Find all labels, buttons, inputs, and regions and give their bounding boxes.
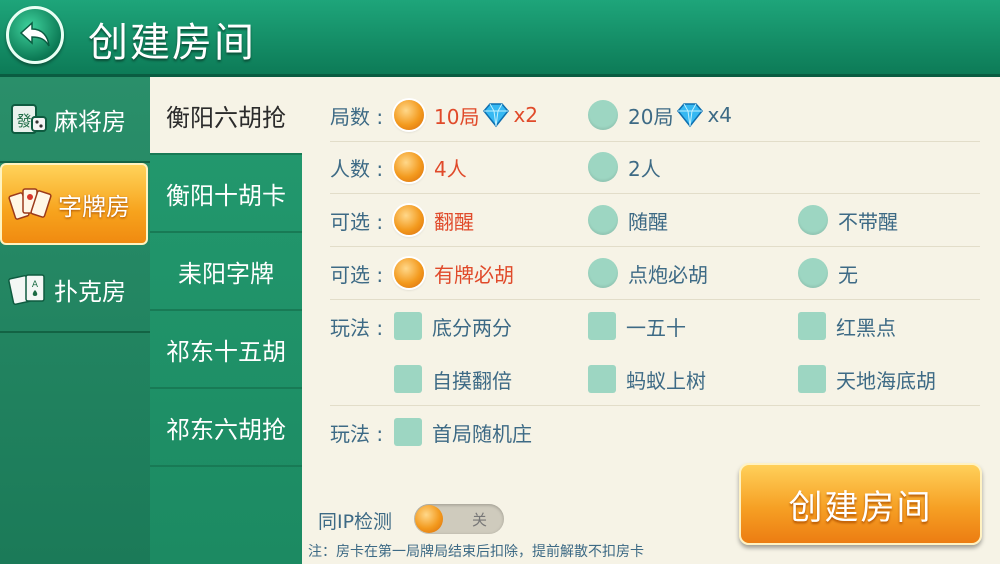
- hu-row: 可选 : 有牌必胡 点炮必胡 无: [330, 247, 980, 300]
- room-card-note: 注：房卡在第一局牌局结束后扣除，提前解散不扣房卡: [308, 544, 644, 560]
- hu-option-dianpao[interactable]: 点炮必胡: [588, 257, 708, 289]
- sidebar-item-label: 麻将房: [54, 107, 126, 136]
- create-room-button[interactable]: 创建房间: [739, 463, 982, 545]
- checkbox[interactable]: [798, 312, 826, 340]
- rounds-row: 局数 : 10局 x2 20局 x4: [330, 89, 980, 142]
- option-text: 蚂蚁上树: [626, 368, 706, 393]
- option-text: 10局: [434, 104, 480, 129]
- wake-option-fan[interactable]: 翻醒: [394, 204, 474, 236]
- radio-selected[interactable]: [394, 258, 424, 288]
- play-option[interactable]: 自摸翻倍: [394, 363, 512, 395]
- poker-cards-icon: A: [8, 274, 45, 305]
- game-item[interactable]: 祁东十五胡: [150, 311, 302, 389]
- game-item[interactable]: 祁东六胡抢: [150, 389, 302, 467]
- option-text: 无: [838, 262, 858, 287]
- rounds-label: 局数 :: [330, 105, 384, 129]
- sidebar-item-label: 字牌房: [58, 192, 130, 221]
- cost-multiplier: x4: [707, 103, 733, 127]
- game-list: 衡阳六胡抢 衡阳十胡卡 耒阳字牌 祁东十五胡 祁东六胡抢: [150, 77, 302, 564]
- option-text: 2人: [628, 156, 661, 181]
- back-arrow-icon: [19, 21, 50, 47]
- players-option-2[interactable]: 2人: [588, 151, 661, 183]
- play-option[interactable]: 底分两分: [394, 310, 512, 342]
- option-text: 有牌必胡: [434, 262, 514, 287]
- header-bar: 创建房间: [0, 0, 1000, 77]
- sidebar-item-mahjong[interactable]: 發 麻将房: [0, 77, 150, 163]
- checkbox[interactable]: [588, 365, 616, 393]
- checkbox[interactable]: [394, 418, 422, 446]
- play-label: 玩法 :: [330, 422, 384, 446]
- play-option[interactable]: 蚂蚁上树: [588, 363, 706, 395]
- hu-option-none[interactable]: 无: [798, 257, 858, 289]
- word-cards-icon: [8, 188, 52, 220]
- option-text: 点炮必胡: [628, 262, 708, 287]
- rounds-option-20[interactable]: 20局 x4: [588, 99, 732, 131]
- wake-option-none[interactable]: 不带醒: [798, 204, 898, 236]
- option-text: 底分两分: [432, 315, 512, 340]
- checkbox[interactable]: [394, 365, 422, 393]
- players-label: 人数 :: [330, 157, 384, 181]
- svg-text:A: A: [32, 280, 39, 290]
- option-text: 20局: [628, 104, 674, 129]
- page-title: 创建房间: [88, 20, 256, 66]
- play-label: 玩法 :: [330, 316, 384, 340]
- wake-option-sui[interactable]: 随醒: [588, 204, 668, 236]
- play-rules-row-2: 自摸翻倍 蚂蚁上树 天地海底胡: [330, 353, 980, 406]
- checkbox[interactable]: [798, 365, 826, 393]
- play-rules-row: 玩法 : 底分两分 一五十 红黑点: [330, 300, 980, 352]
- back-button[interactable]: [6, 6, 64, 64]
- option-text: 首局随机庄: [432, 421, 532, 446]
- mahjong-tile-icon: 發: [11, 104, 47, 134]
- checkbox[interactable]: [588, 312, 616, 340]
- option-text: 翻醒: [434, 209, 474, 234]
- option-text: 随醒: [628, 209, 668, 234]
- sidebar-item-poker[interactable]: A 扑克房: [0, 247, 150, 333]
- diamond-icon: [677, 103, 704, 128]
- players-row: 人数 : 4人 2人: [330, 141, 980, 194]
- play-option[interactable]: 红黑点: [798, 310, 896, 342]
- option-text: 一五十: [626, 315, 686, 340]
- checkbox[interactable]: [394, 312, 422, 340]
- option-text: 天地海底胡: [836, 368, 936, 393]
- same-ip-check-label: 同IP检测: [318, 511, 393, 533]
- option-text: 不带醒: [838, 209, 898, 234]
- room-type-sidebar: 發 麻将房 字牌房 A 扑克房: [0, 77, 150, 564]
- diamond-icon: [483, 103, 510, 128]
- radio-selected[interactable]: [394, 100, 424, 130]
- hu-option-must[interactable]: 有牌必胡: [394, 257, 514, 289]
- radio-unselected[interactable]: [798, 258, 828, 288]
- radio-unselected[interactable]: [798, 205, 828, 235]
- radio-unselected[interactable]: [588, 100, 618, 130]
- toggle-state-text: 关: [472, 511, 488, 529]
- players-option-4[interactable]: 4人: [394, 151, 467, 183]
- play-option[interactable]: 一五十: [588, 310, 686, 342]
- radio-selected[interactable]: [394, 205, 424, 235]
- radio-selected[interactable]: [394, 152, 424, 182]
- hu-label: 可选 :: [330, 263, 384, 287]
- option-text: 红黑点: [836, 315, 896, 340]
- play-option[interactable]: 天地海底胡: [798, 363, 936, 395]
- radio-unselected[interactable]: [588, 258, 618, 288]
- game-item[interactable]: 衡阳六胡抢: [150, 77, 302, 155]
- game-item[interactable]: 衡阳十胡卡: [150, 155, 302, 233]
- option-text: 4人: [434, 156, 467, 181]
- radio-unselected[interactable]: [588, 152, 618, 182]
- wake-row: 可选 : 翻醒 随醒 不带醒: [330, 194, 980, 247]
- game-item[interactable]: 耒阳字牌: [150, 233, 302, 311]
- same-ip-toggle[interactable]: 关: [414, 504, 504, 534]
- wake-label: 可选 :: [330, 210, 384, 234]
- radio-unselected[interactable]: [588, 205, 618, 235]
- cost-multiplier: x2: [513, 103, 539, 127]
- play-option[interactable]: 首局随机庄: [394, 416, 532, 448]
- option-text: 自摸翻倍: [432, 368, 512, 393]
- rounds-option-10[interactable]: 10局 x2: [394, 99, 538, 131]
- play-rules-row-3: 玩法 : 首局随机庄: [330, 406, 980, 458]
- svg-text:發: 發: [16, 112, 31, 130]
- toggle-knob[interactable]: [415, 505, 443, 533]
- sidebar-item-label: 扑克房: [54, 277, 126, 306]
- sidebar-item-word-cards[interactable]: 字牌房: [0, 163, 148, 245]
